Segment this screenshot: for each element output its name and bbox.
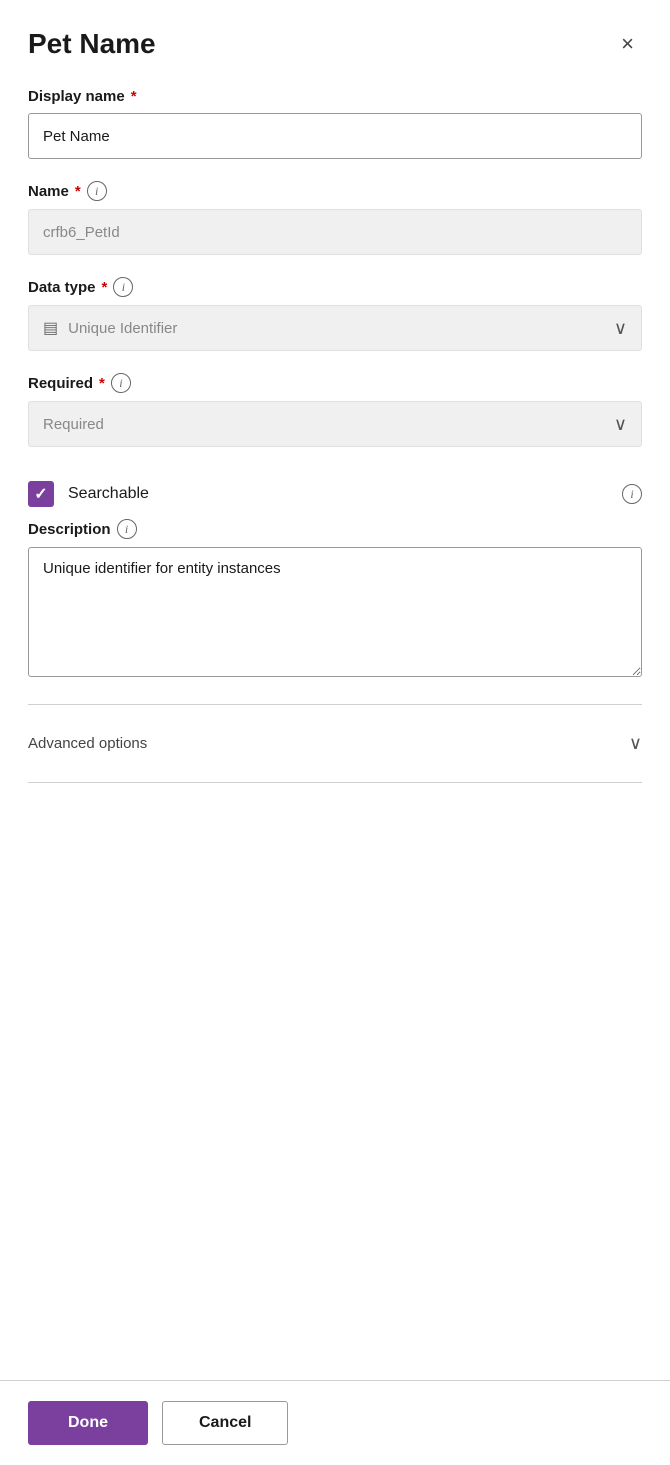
name-label: Name * i — [28, 181, 642, 201]
divider-top — [28, 704, 642, 705]
panel-header: Pet Name × — [28, 28, 642, 60]
description-label: Description i — [28, 519, 642, 539]
data-type-icon: ▤ — [43, 318, 58, 338]
required-select[interactable]: Required ∨ — [28, 401, 642, 447]
cancel-button[interactable]: Cancel — [162, 1401, 288, 1445]
required-label: Required * i — [28, 373, 642, 393]
panel-title: Pet Name — [28, 28, 156, 60]
data-type-info-icon[interactable]: i — [113, 277, 133, 297]
data-type-select-left: ▤ Unique Identifier — [43, 318, 177, 338]
checkmark-icon: ✓ — [34, 484, 47, 504]
data-type-group: Data type * i ▤ Unique Identifier ∨ — [28, 277, 642, 351]
description-info-icon[interactable]: i — [117, 519, 137, 539]
required-info-icon[interactable]: i — [111, 373, 131, 393]
name-group: Name * i crfb6_PetId — [28, 181, 642, 255]
advanced-options-chevron-icon: ∨ — [629, 733, 642, 754]
data-type-chevron-icon: ∨ — [614, 318, 627, 339]
name-input: crfb6_PetId — [28, 209, 642, 255]
searchable-checkbox[interactable]: ✓ — [28, 481, 54, 507]
divider-bottom — [28, 782, 642, 783]
advanced-options-label: Advanced options — [28, 735, 147, 752]
display-name-group: Display name * — [28, 88, 642, 159]
data-type-label: Data type * i — [28, 277, 642, 297]
searchable-label: Searchable — [68, 485, 149, 503]
panel-footer: Done Cancel — [0, 1380, 670, 1465]
required-field-star: * — [99, 375, 105, 392]
advanced-options-row[interactable]: Advanced options ∨ — [28, 717, 642, 770]
close-button[interactable]: × — [613, 29, 642, 59]
done-button[interactable]: Done — [28, 1401, 148, 1445]
searchable-row: ✓ Searchable i — [28, 469, 642, 519]
data-type-required: * — [102, 279, 108, 296]
required-group: Required * i Required ∨ — [28, 373, 642, 447]
data-type-select[interactable]: ▤ Unique Identifier ∨ — [28, 305, 642, 351]
display-name-required: * — [131, 88, 137, 105]
name-required: * — [75, 183, 81, 200]
display-name-input[interactable] — [28, 113, 642, 159]
description-group: Description i Unique identifier for enti… — [28, 519, 642, 682]
panel: Pet Name × Display name * Name * i crfb6… — [0, 0, 670, 1465]
name-info-icon[interactable]: i — [87, 181, 107, 201]
display-name-label: Display name * — [28, 88, 642, 105]
description-textarea[interactable]: Unique identifier for entity instances — [28, 547, 642, 677]
required-chevron-icon: ∨ — [614, 414, 627, 435]
searchable-info-icon[interactable]: i — [622, 484, 642, 504]
panel-content: Pet Name × Display name * Name * i crfb6… — [0, 0, 670, 1380]
